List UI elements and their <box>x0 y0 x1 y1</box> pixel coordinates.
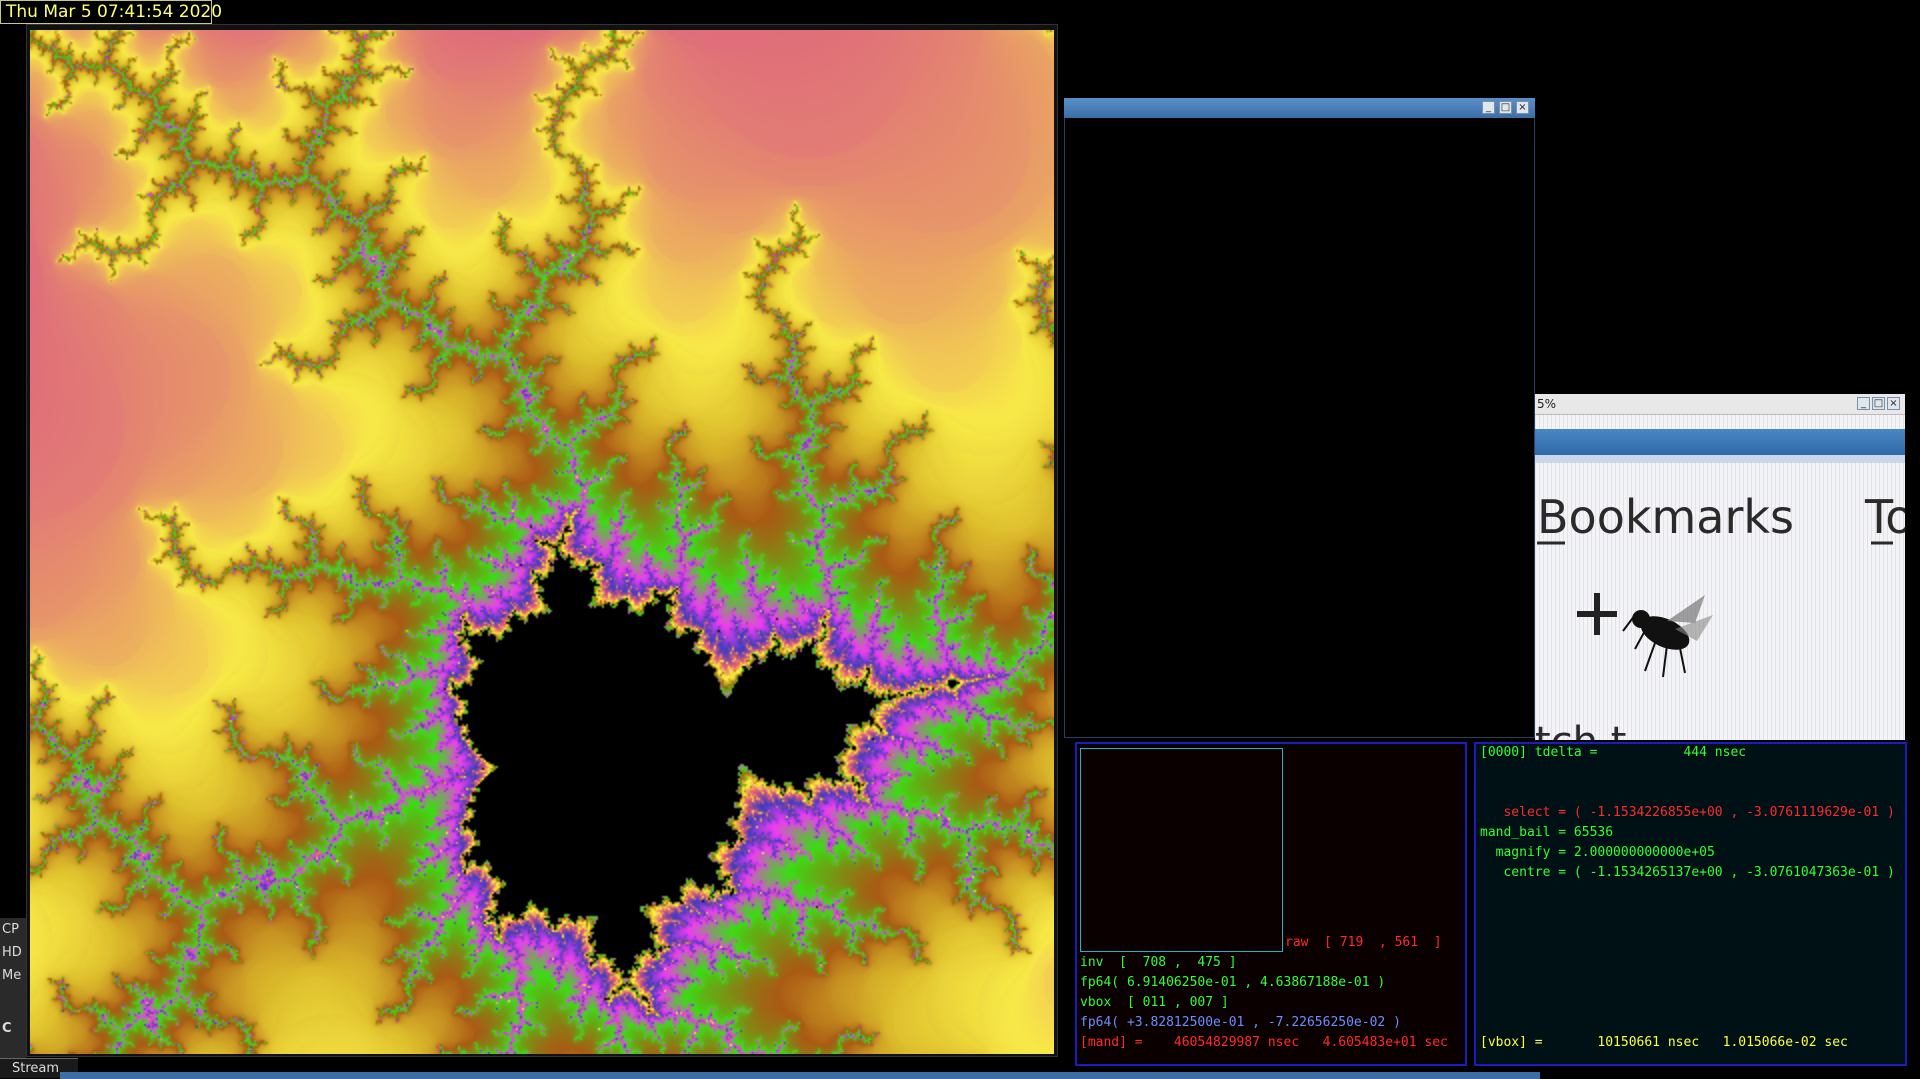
photo-text-to: To <box>1864 490 1905 544</box>
centre-line: centre = ( -1.1534265137e+00 , -3.076104… <box>1480 865 1895 880</box>
image-viewer-title: 5% <box>1537 397 1557 411</box>
select-line: select = ( -1.1534226855e+00 , -3.076111… <box>1480 805 1895 820</box>
clock-display: Thu Mar 5 07:41:54 2020 <box>0 0 222 24</box>
fractal-stats-panel <box>1474 742 1907 1066</box>
mand-timing: [mand] = 46054829987 nsec 4.605483e+01 s… <box>1080 1035 1448 1050</box>
raw-coords: raw [ 719 , 561 ] <box>1285 935 1442 950</box>
maximize-button[interactable]: □ <box>1499 101 1512 114</box>
close-button[interactable]: × <box>1887 397 1900 410</box>
minimize-button[interactable]: _ <box>1857 397 1870 410</box>
preview-box <box>1080 748 1283 952</box>
close-button[interactable]: × <box>1516 101 1529 114</box>
cpu-label: CP <box>2 922 19 937</box>
photo-text-bookmarks: Bookmarks <box>1537 490 1794 544</box>
fp64-offset: fp64( +3.82812500e-01 , -7.22656250e-02 … <box>1080 1015 1401 1030</box>
photo-image: Bookmarks To tch t <box>1535 415 1905 740</box>
fp64-coords: fp64( 6.91406250e-01 , 4.63867188e-01 ) <box>1080 975 1386 990</box>
tdelta-line: [0000] tdelta = 444 nsec <box>1480 745 1747 760</box>
vbox-coords: vbox [ 011 , 007 ] <box>1080 995 1229 1010</box>
magnify-line: magnify = 2.000000000000e+05 <box>1480 845 1715 860</box>
maximize-button[interactable]: □ <box>1872 397 1885 410</box>
image-viewer-titlebar[interactable]: 5% _ □ × <box>1535 394 1905 415</box>
blank-window[interactable] <box>1064 98 1535 738</box>
system-monitor-tray: CP HD Me C <box>0 918 26 1068</box>
stream-label: Stream <box>12 1061 60 1076</box>
image-viewer-window[interactable]: 5% _ □ × Bookmarks To <box>1535 394 1905 740</box>
hdd-label: HD <box>2 945 22 960</box>
taskbar-strip <box>60 1072 1540 1079</box>
memory-label: Me <box>2 968 22 983</box>
photo-text-fragment: tch t <box>1535 719 1626 740</box>
vbox-timing: [vbox] = 10150661 nsec 1.015066e-02 sec <box>1480 1035 1848 1050</box>
minimize-button[interactable]: _ <box>1482 101 1495 114</box>
mand-bail-line: mand_bail = 65536 <box>1480 825 1614 840</box>
blank-window-titlebar[interactable]: _ □ × <box>1064 98 1535 118</box>
tray-bottom-label: C <box>2 1021 12 1036</box>
inv-coords: inv [ 708 , 475 ] <box>1080 955 1237 970</box>
mandelbrot-render[interactable] <box>30 30 1054 1054</box>
